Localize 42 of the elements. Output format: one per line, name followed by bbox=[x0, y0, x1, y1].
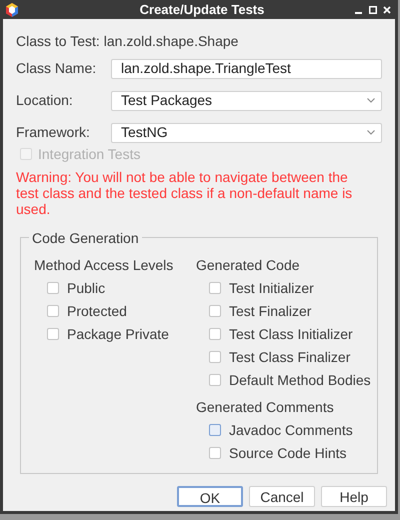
dialog-button[interactable]: Help bbox=[321, 486, 387, 507]
close-icon[interactable] bbox=[383, 6, 391, 14]
checkbox[interactable] bbox=[47, 305, 59, 317]
checkbox-label: Test Class Initializer bbox=[229, 324, 353, 344]
checkbox-label: Package Private bbox=[67, 324, 169, 344]
class-to-test-label: Class to Test: bbox=[16, 32, 100, 50]
checkbox-label: Default Method Bodies bbox=[229, 370, 371, 390]
dialog-button[interactable]: Cancel bbox=[249, 486, 315, 507]
checkbox-label: Source Code Hints bbox=[229, 444, 347, 462]
section-heading: Method Access Levels bbox=[34, 256, 174, 274]
maximize-icon[interactable] bbox=[369, 6, 377, 14]
class-to-test-value: lan.zold.shape.Shape bbox=[104, 32, 238, 51]
checkbox[interactable] bbox=[209, 447, 221, 459]
checkbox-label: Test Class Finalizer bbox=[229, 348, 350, 366]
checkbox-label: Javadoc Comments bbox=[229, 420, 353, 440]
dropdown[interactable]: TestNG bbox=[111, 122, 382, 142]
chevron-down-icon bbox=[367, 98, 375, 103]
checkbox[interactable] bbox=[209, 282, 221, 294]
checkbox-label: Protected bbox=[67, 302, 127, 320]
checkbox[interactable] bbox=[209, 305, 221, 317]
checkbox-label: Test Initializer bbox=[229, 278, 314, 298]
section-heading: Generated Comments bbox=[196, 398, 335, 416]
chevron-down-icon bbox=[367, 130, 375, 135]
dropdown[interactable]: Test Packages bbox=[111, 90, 382, 110]
field-label: Framework: bbox=[16, 123, 91, 142]
warning-message: Warning: You will not be able to navigate between the test class and the tested class if a non-default name is used. bbox=[16, 169, 354, 217]
app-logo-icon bbox=[5, 2, 19, 16]
input-field[interactable]: lan.zold.shape.TriangleTest bbox=[111, 58, 382, 78]
checkbox-label: Test Finalizer bbox=[229, 302, 312, 320]
checkbox[interactable] bbox=[209, 424, 221, 436]
checkbox[interactable] bbox=[209, 374, 221, 386]
checkbox[interactable] bbox=[209, 351, 221, 363]
section-heading: Generated Code bbox=[196, 256, 301, 274]
window-title: Create/Update Tests bbox=[140, 0, 264, 19]
checkbox[interactable] bbox=[47, 282, 59, 294]
checkbox-label: Integration Tests bbox=[38, 144, 140, 164]
checkbox[interactable] bbox=[47, 328, 59, 340]
field-label: Location: bbox=[16, 91, 74, 110]
checkbox-label: Public bbox=[67, 278, 106, 298]
dialog-button[interactable]: OK bbox=[177, 486, 243, 507]
field-label: Class Name: bbox=[16, 59, 98, 78]
checkbox[interactable] bbox=[209, 328, 221, 340]
